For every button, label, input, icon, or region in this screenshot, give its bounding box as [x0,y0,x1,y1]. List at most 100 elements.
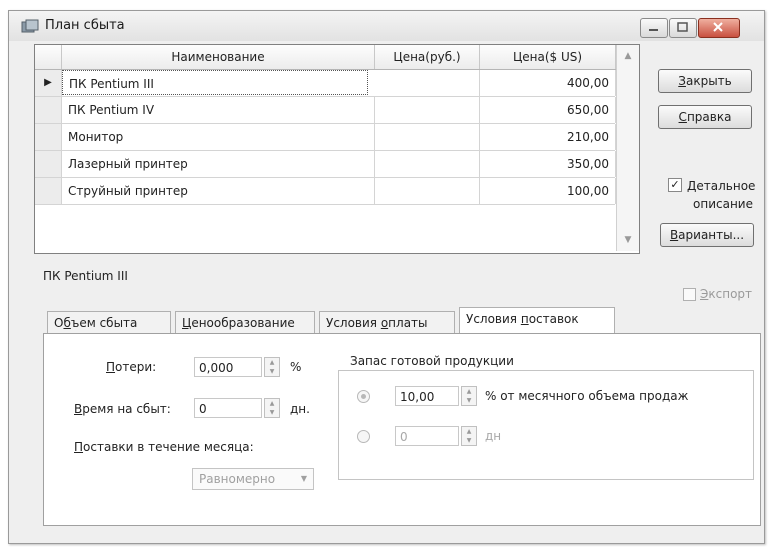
scroll-down-icon[interactable]: ▼ [617,235,639,245]
stock-days-radio[interactable] [357,430,370,443]
cell-price-usd[interactable]: 100,00 [480,178,616,204]
help-button-label: правка [686,110,732,124]
tab-pricing[interactable]: Ценообразование [175,311,315,333]
grid-scrollbar[interactable]: ▲ ▼ [616,45,639,251]
tab-payment-terms[interactable]: Условия оплаты [319,311,455,333]
table-row[interactable]: Струйный принтер 100,00 [35,178,616,205]
stock-percent-radio[interactable] [357,390,370,403]
row-indicator [35,178,62,204]
detail-label-line2: описание [693,197,753,211]
row-indicator [35,97,62,123]
tab-label-post: ъем сбыта [70,316,138,330]
header-indicator [35,45,62,69]
close-button[interactable]: Закрыть [658,69,752,93]
deliveries-hotkey: П [74,440,84,454]
checkmark-icon: ✓ [670,178,680,191]
window-title: План сбыта [45,18,125,33]
cell-price-rub[interactable] [375,124,480,150]
column-header-name[interactable]: Наименование [62,45,375,69]
losses-input[interactable]: 0,000 [194,357,262,377]
delivery-terms-panel: Потери: 0,000 ▲ ▼ % Время на сбыт: 0 ▲ ▼ д… [43,333,761,526]
cell-name[interactable]: Монитор [62,124,375,150]
variants-button[interactable]: Варианты... [660,223,754,247]
export-checkbox[interactable] [683,288,696,301]
losses-unit: % [290,360,302,374]
column-header-price-rub[interactable]: Цена(руб.) [375,45,480,69]
table-row[interactable]: ▶ ПК Pentium III 400,00 [35,70,616,97]
cell-price-rub[interactable] [375,151,480,177]
stock-percent-spinner-icon[interactable]: ▲ ▼ [461,386,477,406]
cell-price-rub[interactable] [375,97,480,123]
detail-checkbox[interactable]: ✓ [668,178,682,192]
maximize-button[interactable] [669,18,697,38]
stock-days-input[interactable]: 0 [395,426,459,446]
cell-name[interactable]: Струйный принтер [62,178,375,204]
selected-item-caption: ПК Pentium III [43,269,128,283]
dialog-window: План сбыта Наименование Цена(руб.) Цена(… [8,10,765,544]
radio-selected-icon [361,394,366,399]
variants-button-hotkey: В [669,228,679,242]
cell-name[interactable]: ПК Pentium IV [62,97,375,123]
sell-time-unit: дн. [290,402,310,416]
chevron-down-icon: ▼ [300,474,307,483]
title-bar: План сбыта [9,11,764,41]
cell-name[interactable]: ПК Pentium III [62,70,368,95]
sell-time-input[interactable]: 0 [194,398,262,418]
cell-price-rub[interactable] [375,178,480,204]
close-icon [713,22,723,32]
losses-hotkey: П [106,360,116,374]
tab-label-pre: Условия [466,312,521,326]
tab-label-post: оставок [528,312,579,326]
scroll-up-icon[interactable]: ▲ [617,51,639,61]
tab-label-post: енообразование [191,316,295,330]
help-button[interactable]: Справка [658,105,752,129]
stock-days-unit: дн [485,429,502,443]
deliveries-label: Поставки в течение месяца: [74,440,254,454]
losses-spinner-icon[interactable]: ▲ ▼ [264,357,280,377]
tab-label-post: платы [388,316,428,330]
grid-header: Наименование Цена(руб.) Цена($ US) [35,45,639,70]
detail-hotkey: Д [687,179,697,193]
row-indicator [35,151,62,177]
detail-label-line1: етальное [696,179,756,193]
export-checkbox-label[interactable]: Экспорт [700,287,752,301]
close-button-hotkey: З [678,74,686,88]
sell-time-label: Время на сбыт: [74,402,171,416]
close-window-button[interactable] [698,18,740,38]
products-grid[interactable]: Наименование Цена(руб.) Цена($ US) ▶ ПК … [34,44,640,254]
cell-price-usd[interactable]: 650,00 [480,97,616,123]
cell-price-usd[interactable]: 400,00 [480,70,616,96]
detail-checkbox-label[interactable]: Детальное описание [687,177,769,213]
stock-days-spinner-icon[interactable]: ▲ ▼ [461,426,477,446]
app-icon [21,19,39,33]
sell-time-label-text: ремя на сбыт: [82,402,171,416]
minimize-icon [649,29,658,31]
column-header-price-usd[interactable]: Цена($ US) [480,45,616,69]
table-row[interactable]: Монитор 210,00 [35,124,616,151]
tab-label-pre: Условия [326,316,381,330]
cell-name[interactable]: Лазерный принтер [62,151,375,177]
maximize-icon [677,22,688,32]
table-row[interactable]: Лазерный принтер 350,00 [35,151,616,178]
deliveries-select[interactable]: Равномерно ▼ [192,468,314,490]
row-pointer-icon: ▶ [35,70,62,96]
tab-hotkey: п [520,312,529,326]
sell-time-spinner-icon[interactable]: ▲ ▼ [264,398,280,418]
stock-group: 10,00 ▲ ▼ % от месячного объема продаж 0 … [338,370,754,480]
tab-sales-volume[interactable]: Объем сбыта [47,311,171,333]
row-indicator [35,124,62,150]
cell-price-rub[interactable] [375,70,480,96]
minimize-button[interactable] [640,18,668,38]
tab-delivery-terms[interactable]: Условия поставок [459,307,615,334]
cell-price-usd[interactable]: 210,00 [480,124,616,150]
sell-time-hotkey: В [74,402,83,416]
help-button-hotkey: С [678,110,687,124]
export-label-text: кспорт [708,287,753,301]
close-button-label: акрыть [685,74,732,88]
table-row[interactable]: ПК Pentium IV 650,00 [35,97,616,124]
cell-price-usd[interactable]: 350,00 [480,151,616,177]
stock-percent-input[interactable]: 10,00 [395,386,459,406]
losses-label: Потери: [106,360,156,374]
tab-hotkey: Ц [182,316,192,330]
stock-group-title: Запас готовой продукции [350,354,514,368]
